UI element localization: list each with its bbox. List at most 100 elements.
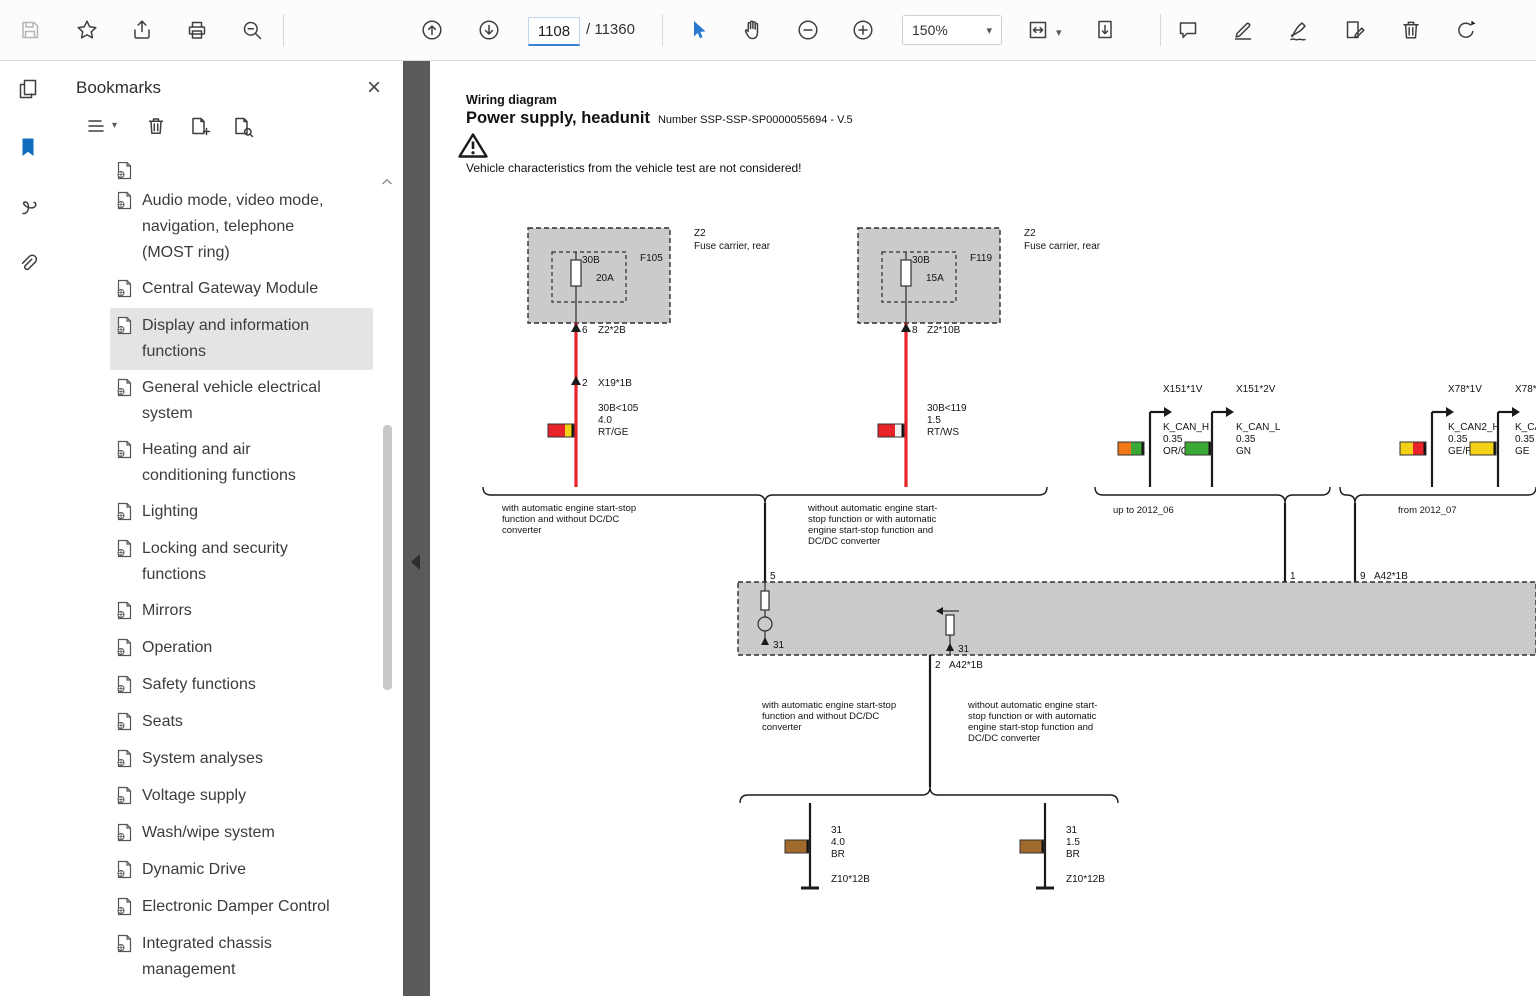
bookmark-page-icon <box>116 934 133 958</box>
pages-icon <box>16 77 40 101</box>
add-bookmark-button[interactable] <box>183 110 215 142</box>
bookmark-item[interactable]: Display and information functions <box>110 308 373 370</box>
bookmark-item[interactable]: Dynamic Drive <box>110 852 373 889</box>
favorite-button[interactable] <box>67 10 107 50</box>
bookmark-item[interactable]: Electronic Damper Control <box>110 889 373 926</box>
magnifier-icon <box>240 18 264 42</box>
bookmark-item-label: Dynamic Drive <box>142 857 246 883</box>
highlight-button[interactable] <box>1223 10 1263 50</box>
diagram-label: 0.35 <box>1448 434 1468 445</box>
doc-warning-text: Vehicle characteristics from the vehicle… <box>466 161 802 175</box>
bookmark-item[interactable]: Safety functions <box>110 667 373 704</box>
diagram-label: GE <box>1515 446 1530 457</box>
diagram-label: 4.0 <box>831 837 845 848</box>
zoom-out-button[interactable] <box>788 10 828 50</box>
page-number-input[interactable] <box>528 17 580 46</box>
diagram-label: 1 <box>1290 571 1296 582</box>
signature-pen-icon <box>1287 18 1311 42</box>
bookmark-page-icon <box>116 539 133 563</box>
bookmark-item[interactable]: Wash/wipe system <box>110 815 373 852</box>
diagram-label: X19*1B <box>598 378 632 389</box>
delete-button[interactable] <box>1391 10 1431 50</box>
delete-bookmark-button[interactable] <box>140 110 172 142</box>
diagram-label: 20A <box>596 273 614 284</box>
bookmark-item-label: System analyses <box>142 746 263 772</box>
bookmarks-tab[interactable] <box>0 118 56 176</box>
bookmark-item-label: Audio mode, video mode, navigation, tele… <box>142 188 323 266</box>
doc-title: Power supply, headunit <box>466 109 650 128</box>
comment-button[interactable] <box>1168 10 1208 50</box>
bookmark-item[interactable]: Mirrors <box>110 593 373 630</box>
select-tool-button[interactable] <box>678 10 718 50</box>
zoom-search-button[interactable] <box>232 10 272 50</box>
zoom-in-button[interactable] <box>843 10 883 50</box>
bookmark-page-icon <box>116 712 133 736</box>
rotate-button[interactable] <box>1446 10 1486 50</box>
diagram-label: Z10*12B <box>1066 874 1105 885</box>
share-button[interactable] <box>122 10 162 50</box>
bookmark-item[interactable]: Heating and air conditioning functions <box>110 432 373 494</box>
fuse-box-left: 30B 20A F105 Z2 Fuse carrier, rear <box>528 228 771 323</box>
zoom-level-value: 150% <box>912 22 948 38</box>
next-page-button[interactable] <box>469 10 509 50</box>
bookmark-item[interactable]: System analyses <box>110 741 373 778</box>
bookmark-page-icon <box>116 279 133 303</box>
diagram-label: Z10*12B <box>831 874 870 885</box>
zoom-level-select[interactable]: 150% ▾ <box>902 15 1002 45</box>
diagram-label: Fuse carrier, rear <box>694 241 771 252</box>
attachments-tab[interactable] <box>0 234 56 292</box>
bookmark-item[interactable]: Integrated chassis management <box>110 926 373 988</box>
star-icon <box>75 18 99 42</box>
bookmark-item[interactable]: General vehicle electrical system <box>110 370 373 432</box>
bookmark-item[interactable]: Locking and security functions <box>110 531 373 593</box>
diagram-label: Z2 <box>1024 228 1036 239</box>
toolbar-separator <box>662 14 663 46</box>
diagram-note: converter <box>762 722 802 733</box>
panel-collapse-strip[interactable] <box>403 60 430 996</box>
pencil-icon <box>1231 18 1255 42</box>
bookmark-page-icon <box>116 316 133 340</box>
diagram-label: 31 <box>773 640 785 651</box>
diagram-label: A42*1B <box>1374 571 1408 582</box>
sign-button[interactable] <box>1279 10 1319 50</box>
chevron-down-icon: ▾ <box>986 24 992 37</box>
bookmark-item-label: Safety functions <box>142 672 256 698</box>
signatures-tab[interactable] <box>0 176 56 234</box>
diagram-label: 30B<105 <box>598 403 639 414</box>
thumbnails-tab[interactable] <box>0 60 56 118</box>
bookmark-item[interactable]: Central Gateway Module <box>110 271 373 308</box>
edit-pages-button[interactable] <box>1335 10 1375 50</box>
bookmark-item-label: Operation <box>142 635 212 661</box>
bookmark-item[interactable]: Voltage supply <box>110 778 373 815</box>
bookmark-item[interactable]: Audio mode, video mode, navigation, tele… <box>110 183 373 271</box>
close-icon[interactable]: × <box>367 76 381 100</box>
diagram-label: 30B<119 <box>927 403 967 414</box>
previous-page-button[interactable] <box>412 10 452 50</box>
panel-scrollbar-thumb[interactable] <box>383 425 392 690</box>
bookmark-item[interactable]: Seats <box>110 704 373 741</box>
bookmark-item[interactable]: Operation <box>110 630 373 667</box>
diagram-label: X151*1V <box>1163 384 1203 395</box>
save-button[interactable] <box>10 10 50 50</box>
diagram-label: GN <box>1236 446 1251 457</box>
print-button[interactable] <box>177 10 217 50</box>
bookmark-options-button[interactable] <box>80 110 112 142</box>
wire-color-connector <box>1400 442 1426 455</box>
hand-tool-button[interactable] <box>733 10 773 50</box>
scroll-mode-button[interactable] <box>1085 10 1125 50</box>
diagram-label: K_CAN2_H <box>1448 422 1500 433</box>
diagram-label: X151*2V <box>1236 384 1276 395</box>
can-bus-group-1: X151*1V X151*2V K_CAN_H 0.35 OR/GN K_CAN… <box>1118 384 1281 487</box>
bookmark-item[interactable]: Parking brake <box>110 988 373 996</box>
bookmark-page-icon <box>116 897 133 921</box>
bookmark-item-partial[interactable] <box>110 162 373 183</box>
fit-width-button[interactable] <box>1018 10 1058 50</box>
collapse-left-icon[interactable] <box>411 554 420 570</box>
bookmark-item[interactable]: Lighting <box>110 494 373 531</box>
doc-heading-small: Wiring diagram <box>466 93 557 107</box>
bookmark-item-label: Heating and air conditioning functions <box>142 437 296 489</box>
scroll-up-icon[interactable] <box>381 178 393 186</box>
bookmark-item-label: Central Gateway Module <box>142 276 318 302</box>
find-bookmark-button[interactable] <box>226 110 258 142</box>
diagram-note: without automatic engine start- <box>807 503 937 514</box>
